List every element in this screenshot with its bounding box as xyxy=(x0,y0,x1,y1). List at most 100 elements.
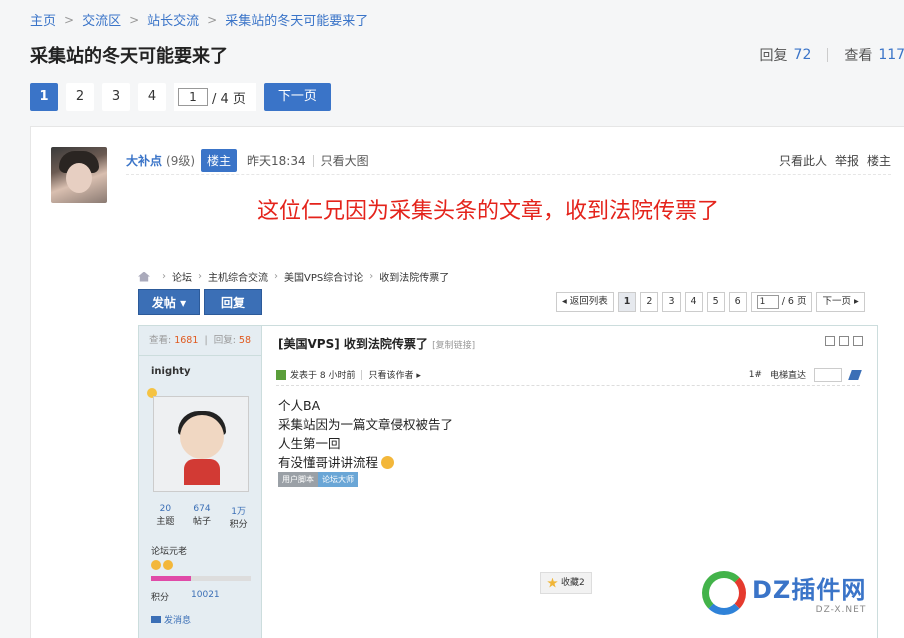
home-icon xyxy=(138,271,150,282)
favorite-label: 收藏2 xyxy=(561,578,585,588)
shot-favorite-button: 收藏2 xyxy=(540,572,592,594)
shot-page: 5 xyxy=(706,292,725,312)
shot-page: 2 xyxy=(640,292,659,312)
report-link[interactable]: 举报 xyxy=(835,152,859,169)
watermark: DZ插件网 DZ-X.NET xyxy=(702,570,866,615)
medal-chip: 用户脚本 xyxy=(278,472,318,487)
page-jump-input[interactable]: 1 xyxy=(178,88,208,106)
stat-label: 主题 xyxy=(156,517,175,527)
shot-reply-button: 回复 xyxy=(204,289,262,315)
view-count: 1176 xyxy=(878,47,904,63)
author-level: (9级) xyxy=(166,154,196,168)
stat-value: 1万 xyxy=(231,507,246,517)
author-name[interactable]: 大补点 xyxy=(126,152,162,169)
shot-reply-count: 58 xyxy=(238,335,252,346)
shot-elevator-input xyxy=(814,367,842,382)
chevron-right-icon: > xyxy=(129,12,140,27)
watermark-domain: DZ-X.NET xyxy=(815,605,867,615)
reply-label: 回复 xyxy=(759,48,788,64)
shot-copy-link: [复制链接] xyxy=(432,341,476,351)
shot-jump-suffix: / 6 页 xyxy=(781,296,807,307)
print-icon xyxy=(825,336,835,346)
emoji-icon xyxy=(381,456,395,469)
content-line: 个人BA xyxy=(278,398,321,413)
shot-tools xyxy=(825,336,863,346)
page-button-4[interactable]: 4 xyxy=(138,83,166,111)
rank-progress-fill xyxy=(151,576,191,581)
shot-medals: 用户脚本 论坛大师 xyxy=(278,472,358,487)
stat-value: 20 xyxy=(159,504,172,514)
shot-user-group: 论坛元老 xyxy=(151,547,188,557)
shot-posted-time: 发表于 8 小时前 xyxy=(290,371,356,381)
breadcrumb-home[interactable]: 主页 xyxy=(30,10,56,29)
page-jump-suffix: / 4 页 xyxy=(212,91,246,107)
view-large-image-link[interactable]: 只看大图 xyxy=(321,152,369,169)
avatar[interactable] xyxy=(51,147,107,203)
smiley-icon xyxy=(151,560,161,570)
view-label: 查看 xyxy=(844,48,873,64)
next-page-button[interactable]: 下一页 xyxy=(263,83,331,111)
shot-page: 6 xyxy=(728,292,747,312)
chevron-right-icon: > xyxy=(207,12,218,27)
page-button-3[interactable]: 3 xyxy=(102,83,130,111)
shot-title-text: [美国VPS] 收到法院传票了 xyxy=(278,337,428,351)
shot-points: 积分 10021 xyxy=(151,590,220,603)
shot-elevator-label: 电梯直达 xyxy=(769,371,806,381)
post-actions: 只看此人 举报 楼主 xyxy=(779,152,891,169)
stat-label: 帖子 xyxy=(192,517,211,527)
shot-send-message: 发消息 xyxy=(151,613,191,626)
shot-post-meta: 发表于 8 小时前 只看该作者 ▸ 1# 电梯直达 xyxy=(276,364,862,386)
send-message-label: 发消息 xyxy=(164,616,192,626)
points-label: 积分 xyxy=(151,593,170,603)
page-jump: 1 / 4 页 xyxy=(174,83,256,111)
shot-page: 4 xyxy=(684,292,703,312)
thread-stats: 回复 72 查看 1176 xyxy=(760,45,904,65)
rank-icons xyxy=(151,560,173,570)
stat-value: 674 xyxy=(193,504,211,514)
shot-jump-box: 1 xyxy=(756,294,779,309)
page-button-2[interactable]: 2 xyxy=(66,83,94,111)
shot-post-title: [美国VPS] 收到法院传票了 [复制链接] xyxy=(278,335,475,352)
watermark-title: DZ插件网 xyxy=(752,576,867,604)
stat-label: 积分 xyxy=(229,520,248,530)
shot-user-stats: 20 主题 674 帖子 1万积分 xyxy=(147,504,257,530)
shot-pagination: ◂ 返回列表 1 2 3 4 5 6 1 / 6 页 下一页 ▸ xyxy=(556,292,869,312)
breadcrumb-board[interactable]: 站长交流 xyxy=(147,10,199,29)
shot-avatar xyxy=(153,396,249,492)
content-line: 人生第一回 xyxy=(278,436,341,451)
page-title: 采集站的冬天可能要来了 xyxy=(30,46,228,67)
page-button-1[interactable]: 1 xyxy=(30,83,58,111)
shot-back-button: ◂ 返回列表 xyxy=(556,292,614,312)
rank-progress xyxy=(151,576,251,581)
shot-view-count: 1681 xyxy=(174,335,199,346)
smiley-icon xyxy=(163,560,173,570)
shot-username: inighty xyxy=(151,366,191,377)
prev-icon xyxy=(839,336,849,346)
medal-chip: 论坛大师 xyxy=(318,472,358,487)
mail-icon xyxy=(151,616,161,623)
shot-next-button: 下一页 ▸ xyxy=(816,292,865,312)
floor-label: 楼主 xyxy=(866,154,891,168)
post-headline: 这位仁兄因为采集头条的文章，收到法院传票了 xyxy=(257,199,720,224)
shot-post-content: 个人BA 采集站因为一篇文章侵权被告了 人生第一回 有没懂哥讲讲流程 xyxy=(278,396,453,472)
only-this-user-link[interactable]: 只看此人 xyxy=(779,152,827,169)
chevron-right-icon: > xyxy=(64,12,75,27)
star-icon xyxy=(547,577,558,588)
op-badge: 楼主 xyxy=(201,149,238,172)
content-line: 采集站因为一篇文章侵权被告了 xyxy=(278,417,454,432)
post-time: 昨天18:34 xyxy=(247,154,306,168)
shot-post-button: 发帖 ▾ xyxy=(138,289,200,315)
next-icon xyxy=(853,336,863,346)
shot-only-author: 只看该作者 ▸ xyxy=(368,371,421,381)
divider xyxy=(827,48,829,62)
breadcrumb-thread[interactable]: 采集站的冬天可能要来了 xyxy=(225,10,368,29)
online-icon xyxy=(276,369,286,380)
points-value: 10021 xyxy=(191,590,220,600)
shot-jump: 1 / 6 页 xyxy=(750,292,813,312)
go-icon xyxy=(848,369,862,380)
shot-crumb: 论坛 xyxy=(172,273,192,284)
post-card: 大补点 (9级) 楼主 昨天18:34 只看大图 只看此人 举报 楼主 这位仁兄… xyxy=(30,126,904,638)
breadcrumb-forum[interactable]: 交流区 xyxy=(82,10,121,29)
content-line: 有没懂哥讲讲流程 xyxy=(278,455,379,470)
shot-page: 1 xyxy=(617,292,637,312)
